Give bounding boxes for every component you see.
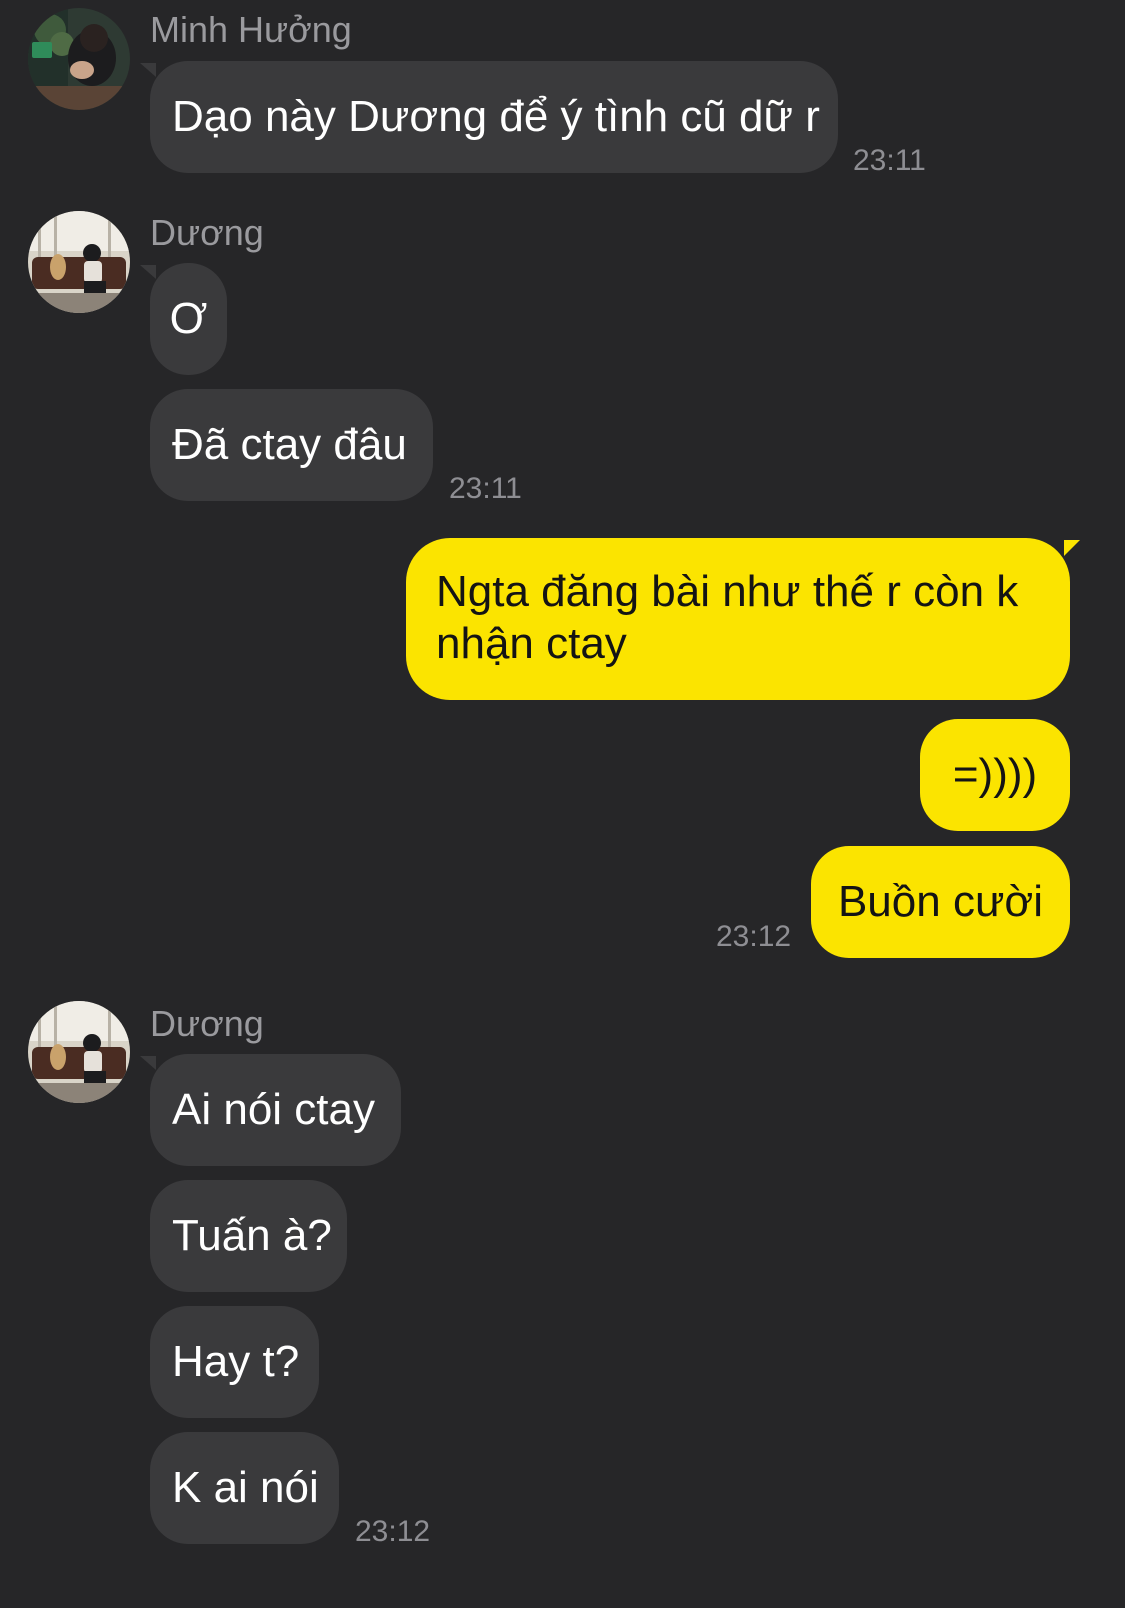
message-bubble-outgoing[interactable]: Buồn cười	[811, 846, 1070, 958]
sender-name: Dương	[150, 1003, 264, 1044]
message-bubble[interactable]: Tuấn à?	[150, 1180, 347, 1292]
message-text: Đã ctay đâu	[172, 420, 407, 469]
profile-photo-icon	[28, 211, 130, 313]
message-bubble-outgoing[interactable]: Ngta đăng bài như thế r còn k nhận ctay	[406, 538, 1070, 700]
sender-name: Minh Hưởng	[150, 9, 352, 50]
avatar-minh-huong[interactable]	[28, 8, 130, 110]
message-bubble[interactable]: Ai nói ctay	[150, 1054, 401, 1166]
message-text: Buồn cười	[837, 877, 1044, 926]
message-bubble[interactable]: K ai nói	[150, 1432, 339, 1544]
message-text: Dạo này Dương để ý tình cũ dữ r	[172, 92, 820, 141]
message-timestamp: 23:11	[449, 472, 522, 505]
avatar-duong[interactable]	[28, 1001, 130, 1103]
message-text: Tuấn à?	[172, 1211, 332, 1260]
profile-photo-icon	[28, 8, 130, 110]
message-timestamp: 23:11	[853, 144, 926, 177]
bubble-tail	[140, 265, 156, 279]
message-timestamp: 23:12	[716, 920, 792, 953]
message-text: K ai nói	[172, 1463, 319, 1512]
sender-name: Dương	[150, 212, 264, 253]
bubble-tail	[140, 63, 156, 77]
bubble-tail	[1064, 540, 1080, 556]
message-timestamp: 23:12	[355, 1515, 431, 1548]
message-text: =))))	[952, 750, 1038, 799]
bubble-tail	[140, 1056, 156, 1070]
message-text: Ơ	[169, 294, 208, 343]
message-bubble[interactable]: Ơ	[150, 263, 227, 375]
profile-photo-icon	[28, 1001, 130, 1103]
message-bubble-outgoing[interactable]: =))))	[920, 719, 1070, 831]
message-text: Ai nói ctay	[172, 1085, 375, 1134]
message-text: Hay t?	[172, 1337, 300, 1386]
message-bubble[interactable]: Hay t?	[150, 1306, 319, 1418]
message-text: Ngta đăng bài như thế r còn k nhận ctay	[436, 567, 1019, 668]
message-bubble[interactable]: Dạo này Dương để ý tình cũ dữ r	[150, 61, 838, 173]
message-bubble[interactable]: Đã ctay đâu	[150, 389, 433, 501]
avatar-duong[interactable]	[28, 211, 130, 313]
